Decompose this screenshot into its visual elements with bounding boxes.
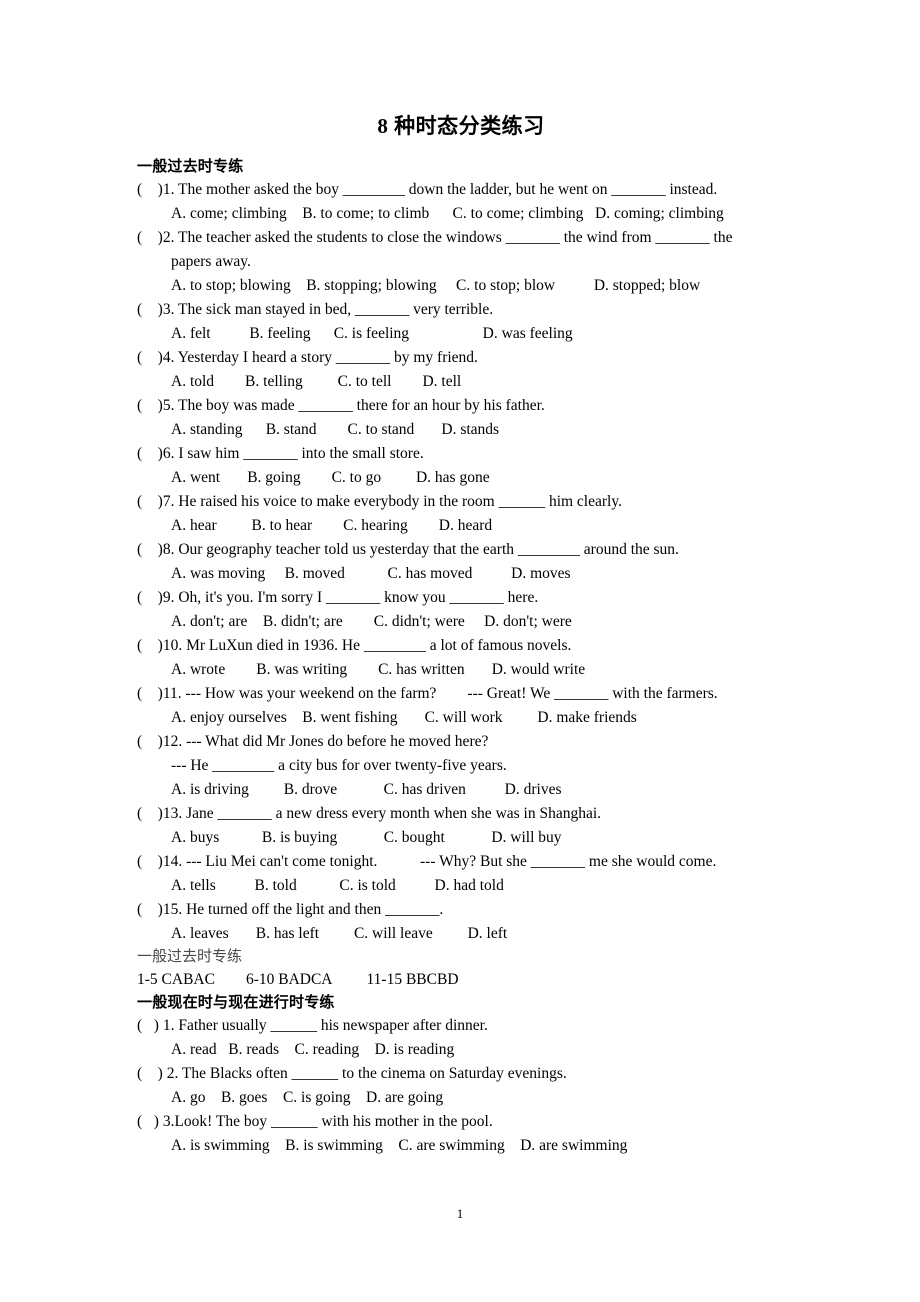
- question-options: A. buys B. is buying C. bought D. will b…: [171, 829, 562, 846]
- question-line: ( )5. The boy was made _______ there for…: [137, 397, 545, 414]
- question-line: ( )7. He raised his voice to make everyb…: [137, 493, 622, 510]
- question-line: ( )4. Yesterday I heard a story _______ …: [137, 349, 478, 366]
- question-line: ( ) 3.Look! The boy ______ with his moth…: [137, 1113, 493, 1130]
- question-options: A. standing B. stand C. to stand D. stan…: [171, 421, 500, 438]
- question-options: A. wrote B. was writing C. has written D…: [171, 661, 586, 678]
- question-continuation: --- He ________ a city bus for over twen…: [171, 757, 507, 774]
- question-line: ( )1. The mother asked the boy ________ …: [137, 181, 718, 198]
- question-line: ( )9. Oh, it's you. I'm sorry I _______ …: [137, 589, 539, 606]
- section-heading: 一般现在时与现在进行时专练: [137, 994, 335, 1011]
- answer-key-line: 1-5 CABAC 6-10 BADCA 11-15 BBCBD: [137, 971, 459, 988]
- question-options: A. go B. goes C. is going D. are going: [171, 1089, 444, 1106]
- page-number: 1: [456, 1206, 464, 1221]
- question-line: ( )13. Jane _______ a new dress every mo…: [137, 805, 602, 822]
- question-continuation: papers away.: [171, 253, 251, 270]
- question-options: A. was moving B. moved C. has moved D. m…: [171, 565, 571, 582]
- question-line: ( )8. Our geography teacher told us yest…: [137, 541, 679, 558]
- sections-container: 一般过去时专练 ( )1. The mother asked the boy __…: [137, 156, 785, 1158]
- question-line: ( )11. --- How was your weekend on the f…: [137, 685, 718, 702]
- question-options: A. read B. reads C. reading D. is readin…: [171, 1041, 455, 1058]
- question-options: A. tells B. told C. is told D. had told: [171, 877, 504, 894]
- question-line: ( )3. The sick man stayed in bed, ______…: [137, 301, 494, 318]
- document-body: 8 种时态分类练习 一般过去时专练 ( )1. The mother asked …: [137, 112, 785, 1158]
- question-options: A. to stop; blowing B. stopping; blowing…: [171, 277, 701, 294]
- question-options: A. leaves B. has left C. will leave D. l…: [171, 925, 508, 942]
- question-options: A. is driving B. drove C. has driven D. …: [171, 781, 562, 798]
- question-options: A. hear B. to hear C. hearing D. heard: [171, 517, 493, 534]
- question-line: ( )12. --- What did Mr Jones do before h…: [137, 733, 489, 750]
- question-line: ( )10. Mr LuXun died in 1936. He _______…: [137, 637, 572, 654]
- section-heading: 一般过去时专练: [137, 158, 244, 175]
- question-options: A. come; climbing B. to come; to climb C…: [171, 205, 724, 222]
- page-title: 8 种时态分类练习: [377, 114, 545, 138]
- question-line: ( )6. I saw him _______ into the small s…: [137, 445, 424, 462]
- question-options: A. went B. going C. to go D. has gone: [171, 469, 490, 486]
- question-options: A. told B. telling C. to tell D. tell: [171, 373, 462, 390]
- question-line: ( )14. --- Liu Mei can't come tonight. -…: [137, 853, 717, 870]
- question-options: A. don't; are B. didn't; are C. didn't; …: [171, 613, 572, 630]
- question-line: ( )2. The teacher asked the students to …: [137, 229, 733, 246]
- question-line: ( )15. He turned off the light and then …: [137, 901, 444, 918]
- question-options: A. felt B. feeling C. is feeling D. was …: [171, 325, 573, 342]
- section-heading: 一般过去时专练: [137, 949, 243, 965]
- question-line: ( ) 2. The Blacks often ______ to the ci…: [137, 1065, 567, 1082]
- question-options: A. is swimming B. is swimming C. are swi…: [171, 1137, 628, 1154]
- question-line: ( ) 1. Father usually ______ his newspap…: [137, 1017, 488, 1034]
- document-page: 8 种时态分类练习 一般过去时专练 ( )1. The mother asked …: [0, 0, 920, 1302]
- question-options: A. enjoy ourselves B. went fishing C. wi…: [171, 709, 637, 726]
